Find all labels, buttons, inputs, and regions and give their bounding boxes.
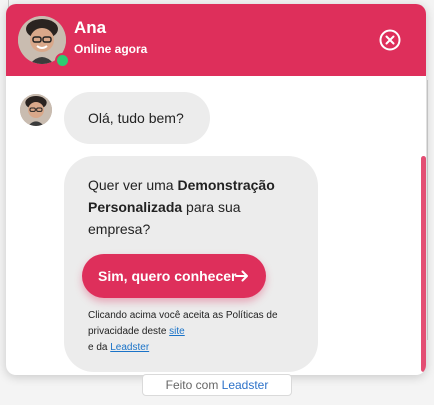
powered-by-badge[interactable]: Feito com Leadster: [142, 374, 292, 396]
chat-messages: Olá, tudo bem? Quer ver uma Demonstração…: [6, 76, 426, 375]
greeting-message: Olá, tudo bem?: [64, 92, 210, 144]
close-button[interactable]: [379, 29, 401, 51]
close-icon: [379, 29, 401, 51]
chat-header: Ana Online agora: [6, 4, 426, 76]
disclaimer-middle: e da: [88, 342, 111, 353]
demo-offer-message: Quer ver uma Demonstração Personalizada …: [64, 156, 318, 372]
chat-widget: Ana Online agora Olá, tudo bem? Quer ver…: [6, 4, 426, 375]
online-status-dot: [55, 53, 70, 68]
accept-demo-label: Sim, quero conhecer: [98, 268, 237, 284]
chat-scrollbar[interactable]: [421, 156, 426, 372]
accept-demo-button[interactable]: Sim, quero conhecer: [82, 254, 266, 298]
agent-name: Ana: [74, 18, 107, 37]
site-privacy-link[interactable]: site: [169, 326, 185, 337]
question-prefix: Quer ver uma: [88, 177, 178, 193]
agent-status: Online agora: [74, 42, 148, 56]
leadster-privacy-link[interactable]: Leadster: [110, 342, 149, 353]
powered-by-brand: Leadster: [221, 378, 269, 392]
arrow-right-icon: [235, 270, 248, 282]
demo-offer-text: Quer ver uma Demonstração Personalizada …: [88, 174, 302, 240]
background-divider: [427, 80, 428, 340]
agent-message-avatar: [20, 94, 52, 126]
powered-by-prefix: Feito com: [165, 378, 222, 392]
privacy-disclaimer: Clicando acima você aceita as Políticas …: [88, 308, 288, 356]
